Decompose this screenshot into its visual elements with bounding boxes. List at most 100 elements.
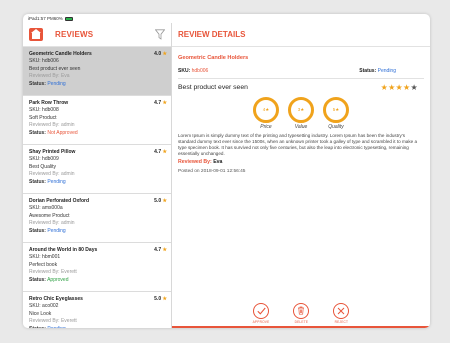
item-product-name: Geometric Candle Holders [29,51,92,57]
item-reviewed-by: Reviewed By: Eva [29,73,70,80]
bottom-accent-bar [172,326,430,328]
filter-icon[interactable] [155,29,165,40]
posted-on: Posted on 2018-09-01 12:56:45 [178,169,246,175]
review-list-item[interactable]: Park Row Throw 4.7 ★ SKU: hdb008 Soft Produ… [23,96,171,145]
star-icon: ★ [162,51,167,57]
item-sku: SKU: hdb008 [29,107,59,114]
sku-value: hdb006 [191,68,209,74]
item-sku: SKU: ams000a [29,205,63,212]
score-number: 4 [262,107,266,112]
item-status-label: Status: [29,276,46,283]
star-icon: ★ [162,296,167,302]
close-icon [333,302,350,319]
item-rating-value: 5.0 [154,198,162,204]
trash-icon [293,302,310,319]
score-circle: 3★ Value [288,97,314,130]
detail-status: Status: Pending [359,68,396,74]
item-product-name: Park Row Throw [29,100,69,106]
item-rating: 4.7 ★ [154,149,167,156]
delete-button[interactable]: DELETE [293,302,310,324]
item-product-name: Shay Printed Pillow [29,149,76,155]
review-list-item[interactable]: Shay Printed Pillow 4.7 ★ SKU: hdb009 Best … [23,145,171,194]
score-label: Value [294,124,308,130]
item-reviewed-by: Reviewed By: admin [29,220,75,227]
score-value: 3★ [297,107,305,112]
divider [178,78,424,79]
review-text: Best product ever seen [178,84,248,91]
review-list-item[interactable]: Dorian Perforated Oxford 5.0 ★ SKU: ams000… [23,194,171,243]
item-rating: 5.0 ★ [154,198,167,205]
item-reviewed-by: Reviewed By: Everett [29,318,77,325]
item-sku: SKU: aco002 [29,303,59,310]
item-rating: 4.0 ★ [154,51,167,58]
approve-label: APPROVE [252,320,270,324]
details-header: REVIEW DETAILS [172,23,430,47]
details-title: REVIEW DETAILS [178,30,246,39]
item-rating-value: 5.0 [154,296,162,302]
score-number: 3 [297,107,301,112]
score-value: 5★ [332,107,340,112]
reviews-panel: REVIEWS Geometric Candle Holders 4.0 ★ SKU… [23,23,172,328]
item-status-value: Not Approved [47,129,78,136]
battery-icon [64,16,73,21]
item-status-value: Pending [47,80,66,87]
status-right: 60% [54,16,425,21]
star-icon: ★ [162,100,167,106]
sku-status-row: SKU: hdb006 Status: Pending [178,68,424,74]
item-status: Status: Not Approved [29,130,167,137]
review-list-item[interactable]: Retro Chic Eyeglasses 5.0 ★ SKU: aco002 Nic… [23,292,171,328]
item-product-name: Dorian Perforated Oxford [29,198,90,204]
review-text-row: Best product ever seen ★★★★★ [178,83,424,92]
delete-label: DELETE [294,320,309,324]
item-status: Status: Pending [29,81,167,88]
item-status-value: Pending [47,227,66,234]
review-description: Lorem Ipsum is simply dummy text of the … [178,133,418,157]
item-status-value: Approved [47,276,69,283]
item-review-text: Best product ever seen [29,65,81,72]
score-label: Quality [328,124,344,130]
battery-percent: 60% [53,16,63,21]
item-status-value: Pending [47,326,65,328]
detail-sku: SKU: hdb006 [178,68,208,74]
item-reviewed-by: Reviewed By: admin [29,122,75,129]
review-list-item[interactable]: Geometric Candle Holders 4.0 ★ SKU: hdb006… [23,47,171,96]
item-status-label: Status: [29,326,46,328]
score-circle: 4★ Price [253,97,279,130]
item-rating-value: 4.0 [154,51,162,57]
reviews-title: REVIEWS [55,30,94,39]
score-circle: 5★ Quality [323,97,349,130]
item-review-text: Best Quality [29,163,56,170]
approve-button[interactable]: APPROVE [252,302,270,324]
item-review-text: Awesome Product [29,212,70,219]
device-label: iPad [28,16,38,21]
item-status-label: Status: [29,178,46,185]
reviews-header: REVIEWS [23,23,171,47]
item-product-name: Retro Chic Eyeglasses [29,296,83,302]
star-icon: ★ [410,83,418,92]
home-icon[interactable] [29,28,43,41]
star-icon: ★ [162,247,167,253]
item-sku: SKU: hbm001 [29,254,61,261]
score-ring: 5★ [323,97,349,123]
review-list-item[interactable]: Around the World in 80 Days 4.7 ★ SKU: hbm… [23,243,171,292]
star-icon: ★ [403,83,411,92]
item-product-name: Around the World in 80 Days [29,247,98,253]
star-icon: ★ [162,149,167,155]
item-rating-value: 4.7 [154,100,162,106]
item-reviewed-by: Reviewed By: admin [29,171,75,178]
reject-button[interactable]: REJECT [333,302,350,324]
status-label: Status: [359,68,377,74]
clock: 1:57 PM [37,16,54,21]
item-review-text: Soft Product [29,114,57,121]
checkmark-icon [253,302,269,319]
review-detail: Geometric Candle Holders SKU: hdb006 Sta… [172,47,430,178]
item-status: Status: Pending [29,179,167,186]
star-icon: ★ [380,83,389,92]
item-review-text: Nice Look [29,310,52,317]
reviewed-by-label: Reviewed By: [178,159,212,166]
item-rating: 4.7 ★ [154,100,167,107]
star-rating: ★★★★★ [381,83,418,92]
status-value: Pending [377,68,396,74]
product-name: Geometric Candle Holders [178,55,249,61]
reviewed-by-name: Eva [213,159,223,166]
